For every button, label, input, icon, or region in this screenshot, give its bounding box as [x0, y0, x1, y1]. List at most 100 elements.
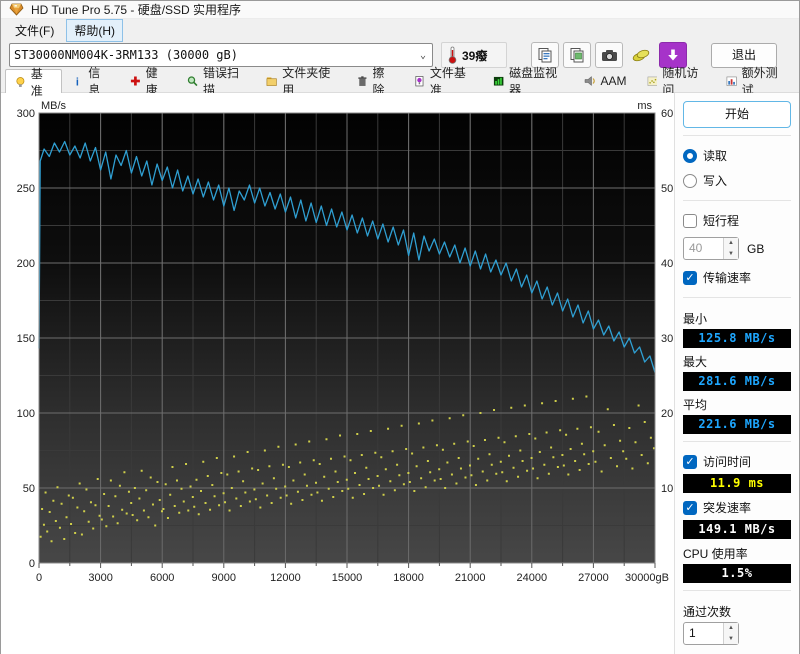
svg-text:200: 200: [17, 258, 35, 270]
health-icon: [130, 75, 141, 87]
burst-rate-label: 突发速率: [703, 499, 751, 516]
svg-text:30000gB: 30000gB: [625, 572, 669, 584]
svg-text:21000: 21000: [455, 572, 486, 584]
access-time-option[interactable]: ✓ 访问时间: [683, 453, 791, 470]
svg-text:3000: 3000: [88, 572, 112, 584]
svg-text:20: 20: [661, 408, 673, 420]
benchmark-chart: 300250200150100500MB/s605040302010ms0300…: [1, 93, 674, 654]
transfer-rate-label: 传输速率: [703, 269, 751, 286]
svg-text:250: 250: [17, 183, 35, 195]
tab-disk-monitor[interactable]: 磁盘监视器: [483, 68, 573, 92]
menu-file[interactable]: 文件(F): [7, 19, 62, 42]
drive-select-value: ST30000NM004K-3RM133 (30000 gB): [14, 48, 418, 62]
capacity-value: 40: [684, 238, 723, 259]
short-stroke-checkbox[interactable]: ✓: [683, 214, 697, 228]
write-radio[interactable]: [683, 174, 697, 188]
tab-random-access[interactable]: 随机访问: [637, 68, 716, 92]
avg-label: 平均: [683, 396, 791, 413]
tab-aam[interactable]: AAM: [574, 68, 637, 92]
write-label: 写入: [703, 172, 727, 189]
title-bar: HD Tune Pro 5.75 - 硬盘/SSD 实用程序: [1, 1, 799, 19]
svg-text:27000: 27000: [578, 572, 609, 584]
read-option[interactable]: 读取: [683, 147, 791, 164]
tab-benchmark[interactable]: 基准: [5, 69, 62, 93]
save-button[interactable]: [627, 42, 655, 68]
burst-rate-checkbox[interactable]: ✓: [683, 501, 697, 515]
svg-text:18000: 18000: [393, 572, 424, 584]
burst-rate-value: 149.1 MB/s: [683, 520, 791, 539]
capacity-stepper-arrows[interactable]: ▲▼: [723, 238, 738, 259]
svg-text:6000: 6000: [150, 572, 174, 584]
svg-text:15000: 15000: [332, 572, 363, 584]
tab-health[interactable]: 健康: [120, 68, 177, 92]
screenshot-button[interactable]: [595, 42, 623, 68]
svg-text:0: 0: [36, 572, 42, 584]
copy-image-button[interactable]: [563, 42, 591, 68]
tab-error-scan[interactable]: 错误扫描: [177, 68, 256, 92]
svg-text:12000: 12000: [270, 572, 301, 584]
camera-icon: [601, 48, 618, 62]
aam-icon: [584, 75, 596, 87]
capacity-stepper[interactable]: 40 ▲▼: [683, 237, 739, 260]
svg-text:i: i: [76, 76, 79, 87]
arrow-down-icon[interactable]: ▼: [724, 634, 738, 645]
transfer-rate-option[interactable]: ✓ 传输速率: [683, 269, 791, 286]
benchmark-icon: [15, 76, 26, 88]
svg-text:30: 30: [661, 333, 673, 345]
burst-rate-option[interactable]: ✓ 突发速率: [683, 499, 791, 516]
short-stroke-label: 短行程: [703, 212, 739, 229]
tab-label: 基准: [31, 65, 53, 99]
write-option[interactable]: 写入: [683, 172, 791, 189]
arrow-up-icon[interactable]: ▲: [724, 623, 738, 634]
main-content: 300250200150100500MB/s605040302010ms0300…: [1, 93, 799, 654]
short-stroke-option[interactable]: ✓ 短行程: [683, 212, 791, 229]
pass-count-stepper-arrows[interactable]: ▲▼: [723, 623, 738, 644]
svg-text:10: 10: [661, 483, 673, 495]
extra-tests-icon: [726, 75, 737, 87]
menu-help[interactable]: 帮助(H): [66, 19, 123, 42]
app-logo-icon: [9, 3, 24, 16]
svg-text:ms: ms: [637, 100, 652, 112]
app-window: HD Tune Pro 5.75 - 硬盘/SSD 实用程序 文件(F) 帮助(…: [0, 0, 800, 654]
read-radio[interactable]: [683, 149, 697, 163]
file-benchmark-icon: [414, 75, 425, 87]
svg-text:9000: 9000: [212, 572, 236, 584]
coins-icon: [632, 48, 650, 62]
tab-bar: 基准i信息健康错误扫描文件夹使用擦除文件基准磁盘监视器 AAM 随机访问额外测试: [1, 68, 799, 93]
tab-label: AAM: [601, 74, 627, 88]
pass-count-label: 通过次数: [683, 603, 791, 620]
thermometer-icon: [448, 46, 457, 64]
error-scan-icon: [187, 75, 198, 87]
avg-value: 221.6 MB/s: [683, 415, 791, 434]
copy-image-icon: [569, 47, 585, 63]
download-arrow-icon: [666, 48, 680, 62]
chevron-down-icon: ⌄: [418, 50, 428, 61]
svg-text:MB/s: MB/s: [41, 100, 67, 112]
svg-text:100: 100: [17, 408, 35, 420]
transfer-rate-checkbox[interactable]: ✓: [683, 271, 697, 285]
tab-file-benchmark[interactable]: 文件基准: [404, 68, 483, 92]
pass-count-value: 1: [684, 623, 723, 644]
svg-text:60: 60: [661, 108, 673, 120]
temperature-value: 39癈: [462, 47, 487, 64]
access-time-label: 访问时间: [703, 453, 751, 470]
svg-text:300: 300: [17, 108, 35, 120]
tab-info[interactable]: i信息: [62, 68, 119, 92]
min-label: 最小: [683, 310, 791, 327]
pass-count-stepper[interactable]: 1 ▲▼: [683, 622, 739, 645]
arrow-down-icon[interactable]: ▼: [724, 249, 738, 260]
max-value: 281.6 MB/s: [683, 372, 791, 391]
capacity-unit: GB: [747, 242, 764, 256]
tab-folder-usage[interactable]: 文件夹使用: [256, 68, 346, 92]
menu-bar: 文件(F) 帮助(H): [1, 19, 799, 42]
tab-extra-tests[interactable]: 额外测试: [716, 68, 795, 92]
svg-text:150: 150: [17, 333, 35, 345]
access-time-value: 11.9 ms: [683, 474, 791, 493]
info-icon: i: [72, 75, 83, 87]
svg-text:50: 50: [23, 483, 35, 495]
start-button[interactable]: 开始: [683, 101, 791, 128]
arrow-up-icon[interactable]: ▲: [724, 238, 738, 249]
cpu-usage-value: 1.5%: [683, 564, 791, 583]
tab-erase[interactable]: 擦除: [347, 68, 404, 92]
access-time-checkbox[interactable]: ✓: [683, 455, 697, 469]
